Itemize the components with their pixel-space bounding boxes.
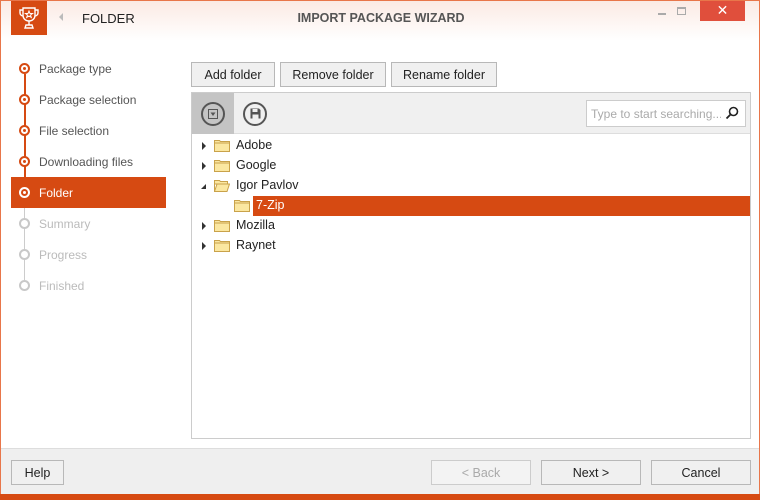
node-label: Raynet — [236, 238, 276, 252]
tree-node-raynet[interactable]: Raynet — [192, 236, 750, 256]
next-button[interactable]: Next > — [541, 460, 641, 485]
window-title: IMPORT PACKAGE WIZARD — [297, 11, 465, 25]
step-finished: Finished — [11, 270, 166, 301]
accent-bottom-bar — [0, 494, 760, 500]
step-folder: Folder — [11, 177, 166, 208]
tree-node-7-zip[interactable]: 7-Zip — [192, 196, 750, 216]
step-pending-icon — [19, 280, 30, 291]
tree-node-adobe[interactable]: Adobe — [192, 136, 750, 156]
cancel-button[interactable]: Cancel — [651, 460, 751, 485]
folder-icon — [214, 220, 230, 232]
folder-tree: Adobe Google Igor Pavlov 7-Zip Mozilla R… — [192, 136, 750, 256]
search-input[interactable] — [587, 101, 721, 126]
step-done-icon — [19, 125, 30, 136]
search-box — [586, 100, 746, 127]
wizard-window: FOLDER IMPORT PACKAGE WIZARD ✕ Package t… — [0, 0, 760, 500]
rename-folder-button[interactable]: Rename folder — [391, 62, 497, 87]
folder-icon — [214, 240, 230, 252]
folder-icon — [234, 200, 250, 212]
tree-node-igor-pavlov[interactable]: Igor Pavlov — [192, 176, 750, 196]
filter-button[interactable] — [192, 93, 234, 134]
close-button[interactable]: ✕ — [700, 1, 745, 21]
step-done-icon — [19, 94, 30, 105]
step-package-selection: Package selection — [11, 84, 166, 115]
back-button[interactable]: < Back — [431, 460, 531, 485]
close-icon: ✕ — [716, 3, 729, 19]
expand-arrow-icon[interactable] — [202, 222, 206, 230]
folder-tree-panel: Adobe Google Igor Pavlov — [191, 92, 751, 439]
selection-highlight — [253, 196, 750, 216]
step-label: Package type — [39, 61, 112, 76]
node-label: Adobe — [236, 138, 273, 152]
expand-arrow-icon[interactable] — [202, 242, 206, 250]
step-pending-icon — [19, 218, 30, 229]
wizard-steps: Package type Package selection File sele… — [11, 53, 166, 301]
step-pending-icon — [19, 249, 30, 260]
search-icon[interactable] — [725, 106, 739, 120]
step-label: Finished — [39, 278, 85, 293]
title-bar: FOLDER IMPORT PACKAGE WIZARD ✕ — [1, 1, 759, 41]
tree-toolbar — [192, 93, 750, 134]
folder-icon — [214, 140, 230, 152]
step-summary: Summary — [11, 208, 166, 239]
node-label: Igor Pavlov — [236, 178, 299, 192]
expand-arrow-icon[interactable] — [202, 142, 206, 150]
maximize-button[interactable] — [671, 1, 691, 21]
node-label: Mozilla — [236, 218, 275, 232]
step-done-icon — [19, 156, 30, 167]
step-label: Progress — [39, 247, 88, 262]
save-icon — [243, 101, 267, 126]
folder-open-icon — [214, 180, 230, 192]
tree-node-mozilla[interactable]: Mozilla — [192, 216, 750, 236]
add-folder-button[interactable]: Add folder — [191, 62, 275, 87]
folder-icon — [214, 160, 230, 172]
footer — [1, 449, 759, 495]
step-file-selection: File selection — [11, 115, 166, 146]
step-label: Downloading files — [39, 154, 134, 169]
step-label: Folder — [39, 185, 74, 200]
remove-folder-button[interactable]: Remove folder — [280, 62, 386, 87]
step-downloading-files: Downloading files — [11, 146, 166, 177]
node-label: Google — [236, 158, 277, 172]
step-progress: Progress — [11, 239, 166, 270]
tree-node-google[interactable]: Google — [192, 156, 750, 176]
step-label: File selection — [39, 123, 110, 138]
help-button[interactable]: Help — [11, 460, 64, 485]
minimize-icon — [658, 13, 666, 15]
step-label: Summary — [39, 216, 91, 231]
save-button[interactable] — [234, 93, 276, 134]
step-package-type: Package type — [11, 53, 166, 84]
step-label: Package selection — [39, 92, 137, 107]
node-label: 7-Zip — [256, 198, 285, 212]
expand-arrow-icon[interactable] — [202, 162, 206, 170]
step-done-icon — [19, 63, 30, 74]
filter-icon — [201, 101, 225, 126]
step-active-icon — [19, 187, 30, 198]
maximize-icon — [676, 7, 686, 15]
collapse-arrow-icon[interactable] — [201, 184, 206, 189]
